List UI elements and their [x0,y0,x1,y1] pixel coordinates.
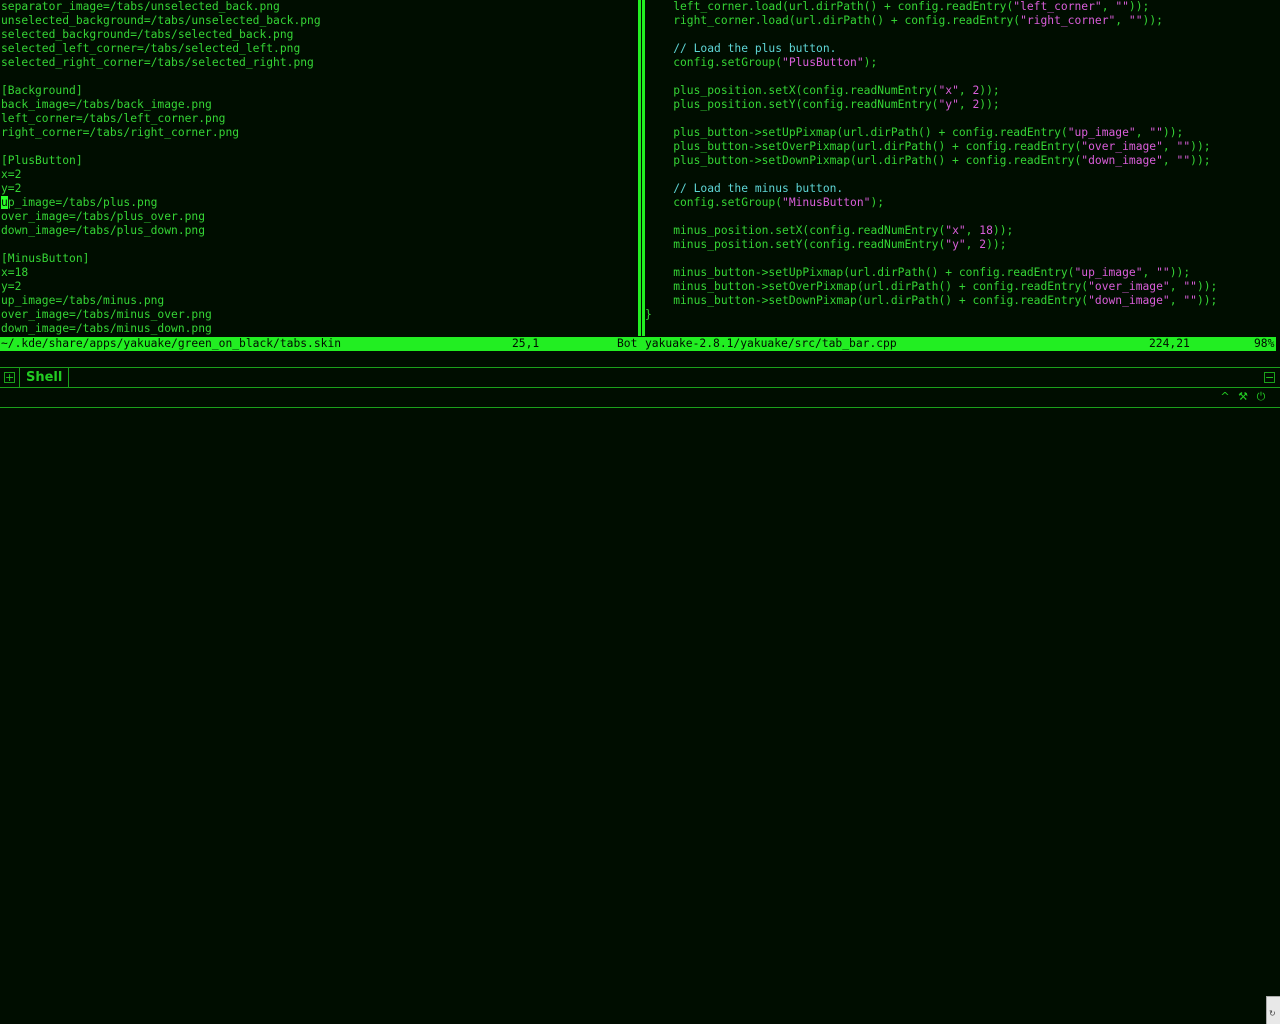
code-line: minus_button->setDownPixmap(url.dirPath(… [646,294,1218,307]
config-line: left_corner=/tabs/left_corner.png [1,112,226,125]
status-right-position: 224,21 [1149,337,1190,350]
config-line: over_image=/tabs/minus_over.png [1,308,212,321]
minus-icon: − [1265,371,1275,384]
config-line: back_image=/tabs/back_image.png [1,98,212,111]
code-line: minus_button->setOverPixmap(url.dirPath(… [646,280,1218,293]
config-line: y=2 [1,182,22,195]
add-tab-button[interactable]: + [4,372,15,383]
code-line: left_corner.load(url.dirPath() + config.… [646,0,1150,13]
status-right-file: yakuake-2.8.1/yakuake/src/tab_bar.cpp [645,337,897,350]
close-tab-button[interactable]: − [1264,372,1275,383]
config-line: selected_right_corner=/tabs/selected_rig… [1,56,314,69]
status-left-scroll: Bot [617,337,638,350]
config-line: right_corner=/tabs/right_corner.png [1,126,240,139]
desktop-corner-widget[interactable]: ↻ [1266,996,1280,1024]
config-line [0,70,638,84]
code-line: plus_button->setDownPixmap(url.dirPath()… [646,154,1211,167]
config-line: selected_background=/tabs/selected_back.… [1,28,294,41]
config-line: [PlusButton] [1,154,83,167]
vim-status-line: ~/.kde/share/apps/yakuake/green_on_black… [0,337,1276,351]
power-icon[interactable]: ⏻ [1252,389,1270,405]
vim-right-pane[interactable]: left_corner.load(url.dirPath() + config.… [646,0,1280,336]
config-line: up_image=/tabs/minus.png [1,294,165,307]
tab-label: Shell [26,370,63,385]
tabbar-bottom-border [0,387,1280,388]
code-line: config.setGroup("MinusButton"); [646,196,885,209]
config-line: x=18 [1,266,29,279]
config-line: y=2 [1,280,22,293]
status-left-file: ~/.kde/share/apps/yakuake/green_on_black… [1,337,342,350]
config-line-text: p_image=/tabs/plus.png [7,196,158,209]
code-line: plus_position.setX(config.readNumEntry("… [646,84,1000,97]
wrench-icon[interactable]: ⚒ [1234,389,1252,405]
chevron-up-icon[interactable]: ^ [1216,389,1234,405]
plus-icon: + [5,371,15,384]
code-line: plus_position.setY(config.readNumEntry("… [646,98,1000,111]
vim-left-pane[interactable]: separator_image=/tabs/unselected_back.pn… [0,0,638,336]
config-line: separator_image=/tabs/unselected_back.pn… [1,0,280,13]
tab-bar: + Shell − [0,368,1280,387]
vertical-split-bar [638,0,645,336]
code-line: minus_button->setUpPixmap(url.dirPath() … [646,266,1191,279]
code-line: plus_button->setOverPixmap(url.dirPath()… [646,140,1211,153]
config-line [0,140,638,154]
window-controls: ^ ⚒ ⏻ [1216,389,1270,405]
code-comment: // Load the minus button. [646,182,844,195]
code-line: minus_position.setY(config.readNumEntry(… [646,238,1007,251]
corner-glyph: ↻ [1269,1009,1276,1018]
config-line: down_image=/tabs/minus_down.png [1,322,212,335]
config-line: x=2 [1,168,22,181]
config-line: over_image=/tabs/plus_over.png [1,210,206,223]
status-left-position: 25,1 [512,337,540,350]
config-line: [Background] [1,84,83,97]
text-cursor: u [1,196,8,209]
terminal-area[interactable]: separator_image=/tabs/unselected_back.pn… [0,0,1280,352]
code-line: right_corner.load(url.dirPath() + config… [646,14,1163,27]
title-bar-border [0,407,1280,408]
config-line-cursor: up_image=/tabs/plus.png [0,196,638,210]
code-line: minus_position.setX(config.readNumEntry(… [646,224,1014,237]
config-line: unselected_background=/tabs/unselected_b… [1,14,321,27]
tab-shell[interactable]: Shell [19,368,70,387]
config-line: selected_left_corner=/tabs/selected_left… [1,42,301,55]
config-line [0,238,638,252]
config-line: down_image=/tabs/plus_down.png [1,224,206,237]
code-line: } [646,308,1280,322]
status-right-scroll: 98% [1254,337,1275,350]
config-line: [MinusButton] [1,252,90,265]
code-line: config.setGroup("PlusButton"); [646,56,878,69]
code-line: plus_button->setUpPixmap(url.dirPath() +… [646,126,1184,139]
code-comment: // Load the plus button. [646,42,837,55]
